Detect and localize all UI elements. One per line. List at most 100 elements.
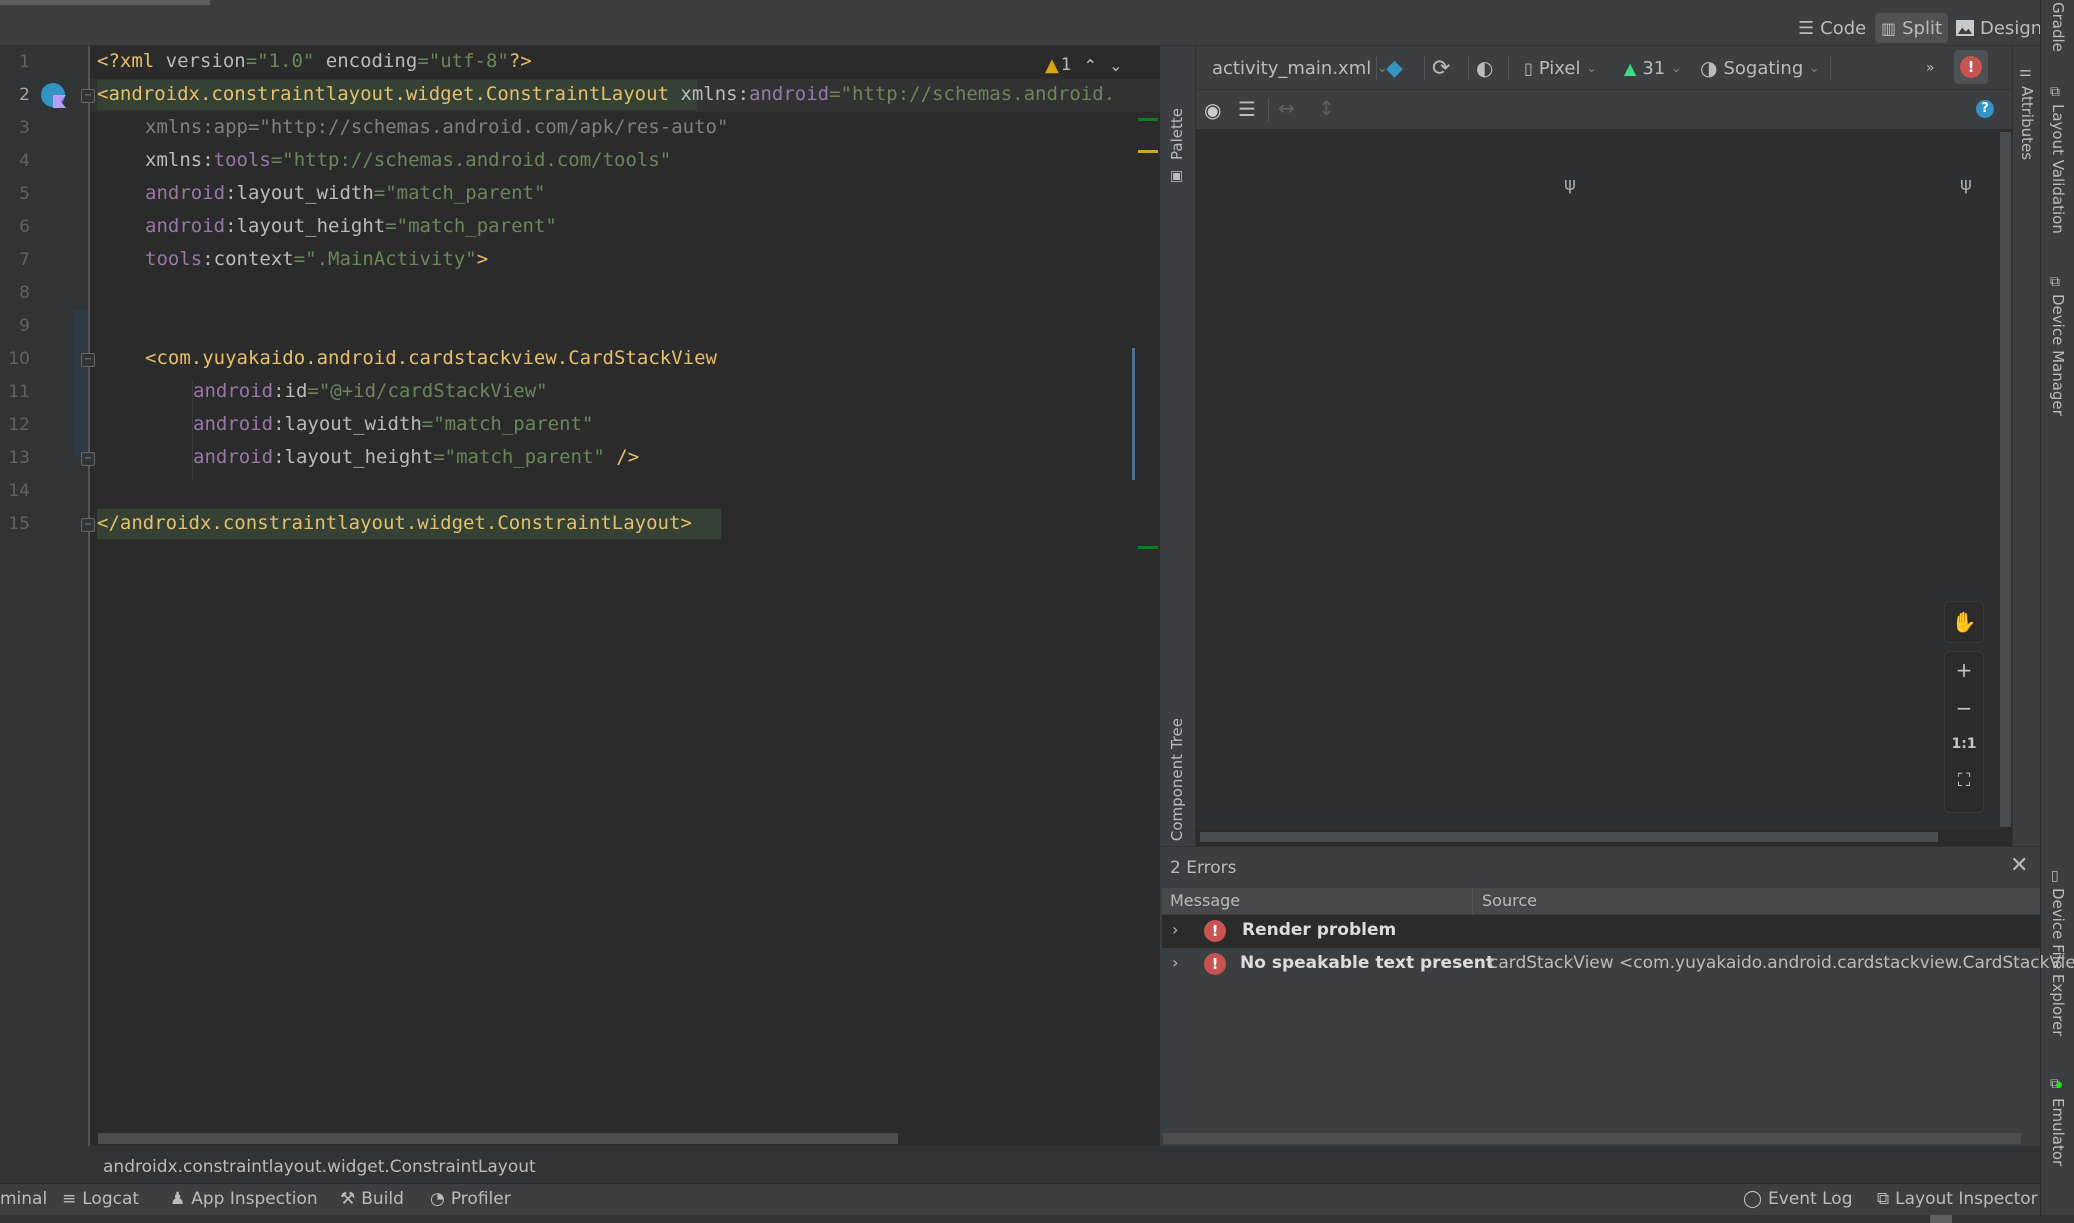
split-mode-button[interactable]: ▥ Split — [1875, 13, 1949, 43]
indent-guide — [192, 380, 193, 480]
eye-icon[interactable]: ◉ — [1204, 98, 1221, 122]
fold-collapse-icon[interactable]: − — [81, 353, 95, 367]
wrench-icon[interactable]: ψ — [1960, 174, 1972, 195]
breadcrumb-item[interactable]: androidx.constraintlayout.widget.Constra… — [103, 1157, 536, 1177]
component-tree-tab[interactable]: Component Tree — [1168, 718, 1186, 841]
logcat-tab[interactable]: ≡ Logcat — [62, 1189, 139, 1209]
right-tool-strip: Gradle ⧉ Layout Validation ⧉ Device Mana… — [2040, 0, 2074, 1223]
related-activity-icon[interactable] — [41, 83, 66, 108]
canvas-vertical-scrollbar[interactable] — [2000, 132, 2011, 827]
scroll-thumb[interactable] — [1930, 1215, 1952, 1223]
scope-indicator — [74, 310, 88, 455]
zoom-out-button[interactable]: − — [1945, 696, 1983, 720]
logcat-icon: ≡ — [62, 1189, 77, 1209]
profiler-tab[interactable]: ◔ Profiler — [430, 1189, 511, 1209]
toolbar-separator — [1830, 56, 1831, 80]
zoom-actual-size-button[interactable]: 1:1 — [1945, 736, 1983, 752]
design-secondary-toolbar: ◉ ☰ ↔ ↕ ? — [1196, 90, 2012, 130]
chevron-down-icon: ⌄ — [1586, 61, 1597, 75]
change-marker[interactable] — [1138, 118, 1158, 121]
errors-horizontal-scrollbar[interactable] — [1163, 1133, 2021, 1144]
hand-icon: ✋ — [1951, 610, 1977, 634]
code-editor[interactable] — [0, 46, 1160, 1146]
file-dropdown[interactable]: activity_main.xml ⌄ — [1212, 46, 1387, 90]
gauge-icon: ◔ — [430, 1189, 445, 1209]
issues-button[interactable]: ! — [1954, 50, 1988, 84]
line-number: 7 — [19, 250, 30, 270]
build-tab[interactable]: ⚒ Build — [340, 1189, 404, 1209]
design-surface-button[interactable]: ◆ — [1386, 46, 1403, 90]
device-manager-icon: ⧉ — [2050, 274, 2060, 290]
night-mode-button[interactable]: ◐ — [1476, 46, 1493, 90]
code-line: tools:context=".MainActivity"> — [145, 248, 489, 270]
code-line: <com.yuyakaido.android.cardstackview.Car… — [145, 347, 717, 369]
close-icon[interactable]: ✕ — [2010, 853, 2028, 878]
canvas-horizontal-scrollbar[interactable] — [1200, 832, 1938, 842]
emulator-tab[interactable]: Emulator — [2049, 1098, 2067, 1166]
expand-vertical-icon[interactable]: ↕ — [1318, 96, 1335, 120]
line-number: 12 — [8, 415, 30, 435]
editor-mode-bar: ☰ Code ▥ Split Design — [0, 6, 2042, 46]
column-header-source[interactable]: Source — [1482, 891, 1537, 910]
error-icon: ! — [1960, 56, 1982, 78]
expand-horizontal-icon[interactable]: ↔ — [1278, 96, 1295, 120]
toolbar-separator — [1508, 56, 1509, 80]
event-log-tab[interactable]: ◯ Event Log — [1743, 1189, 1853, 1209]
expand-chevron-icon[interactable]: › — [1172, 920, 1178, 939]
toolbar-separator — [1468, 56, 1469, 80]
code-lines-icon: ☰ — [1798, 17, 1815, 39]
zoom-to-fit-icon[interactable]: ⛶ — [1945, 770, 1983, 791]
more-actions-button[interactable]: » — [1926, 46, 1935, 90]
toolbar-separator — [1376, 56, 1377, 80]
design-mode-button[interactable]: Design — [1950, 13, 2048, 43]
gutter-divider — [88, 46, 90, 1146]
fold-end-icon[interactable]: − — [81, 518, 95, 532]
code-line: android:layout_height="match_parent" /> — [193, 446, 640, 468]
attributes-tab[interactable]: Attributes — [2018, 86, 2036, 160]
app-inspection-tab[interactable]: ♟ App Inspection — [170, 1189, 318, 1209]
terminal-tab[interactable]: minal — [0, 1189, 47, 1209]
chevron-down-icon: ⌄ — [1671, 61, 1682, 75]
error-icon: ! — [1204, 953, 1226, 975]
column-divider[interactable] — [1472, 888, 1473, 914]
inspection-widget[interactable]: ▲ 1 ⌃ ⌄ — [1045, 50, 1160, 80]
layout-validation-tab[interactable]: Layout Validation — [2049, 104, 2067, 234]
line-number: 15 — [8, 514, 30, 534]
pan-button[interactable]: ✋ — [1944, 601, 1984, 643]
wrench-icon[interactable]: ψ — [1564, 174, 1576, 195]
palette-tab[interactable]: Palette — [1168, 108, 1186, 160]
line-number-gutter — [0, 46, 88, 1146]
fold-end-icon[interactable]: − — [81, 452, 95, 466]
gradle-tab[interactable]: Gradle — [2049, 2, 2067, 52]
chevron-down-icon: ⌄ — [1809, 61, 1820, 75]
error-row[interactable]: › ! Render problem — [1162, 915, 2040, 948]
previous-highlight-button[interactable]: ⌃ — [1084, 56, 1097, 75]
error-row[interactable]: › ! No speakable text present cardStackV… — [1162, 948, 2074, 981]
line-number: 9 — [19, 316, 30, 336]
zoom-in-button[interactable]: + — [1945, 658, 1983, 682]
bottom-tool-bar: minal ≡ Logcat ♟ App Inspection ⚒ Build ◔ Pr… — [0, 1183, 2040, 1215]
code-mode-button[interactable]: ☰ Code — [1792, 13, 1872, 43]
editor-horizontal-scrollbar[interactable] — [98, 1133, 898, 1144]
help-icon[interactable]: ? — [1976, 100, 1994, 118]
api-level-dropdown[interactable]: ▲ 31 ⌄ — [1624, 46, 1681, 90]
phone-icon: ▯ — [2051, 868, 2059, 884]
fold-collapse-icon[interactable]: − — [81, 89, 95, 103]
next-highlight-button[interactable]: ⌄ — [1109, 56, 1122, 75]
theme-dropdown[interactable]: ◑ Sogating ⌄ — [1700, 46, 1819, 90]
design-canvas[interactable]: ψ ψ — [1196, 130, 2002, 830]
line-number: 3 — [19, 118, 30, 138]
layout-inspector-tab[interactable]: ⧉ Layout Inspector — [1877, 1189, 2038, 1209]
column-header-message[interactable]: Message — [1170, 891, 1240, 910]
design-toolbar: activity_main.xml ⌄ ◆ ⟳ ◐ ▯ Pixel ⌄ ▲ 31 ⌄ … — [1196, 46, 2012, 90]
code-line: </androidx.constraintlayout.widget.Const… — [97, 512, 692, 534]
device-dropdown[interactable]: ▯ Pixel ⌄ — [1524, 46, 1597, 90]
selection-scope-marker — [1132, 348, 1135, 480]
change-marker[interactable] — [1138, 546, 1158, 549]
warning-marker[interactable] — [1138, 150, 1158, 153]
orientation-button[interactable]: ⟳ — [1432, 46, 1450, 90]
blueprint-icon[interactable]: ☰ — [1238, 97, 1256, 121]
layers-icon: ◆ — [1386, 55, 1403, 81]
device-manager-tab[interactable]: Device Manager — [2049, 294, 2067, 416]
expand-chevron-icon[interactable]: › — [1172, 953, 1178, 972]
